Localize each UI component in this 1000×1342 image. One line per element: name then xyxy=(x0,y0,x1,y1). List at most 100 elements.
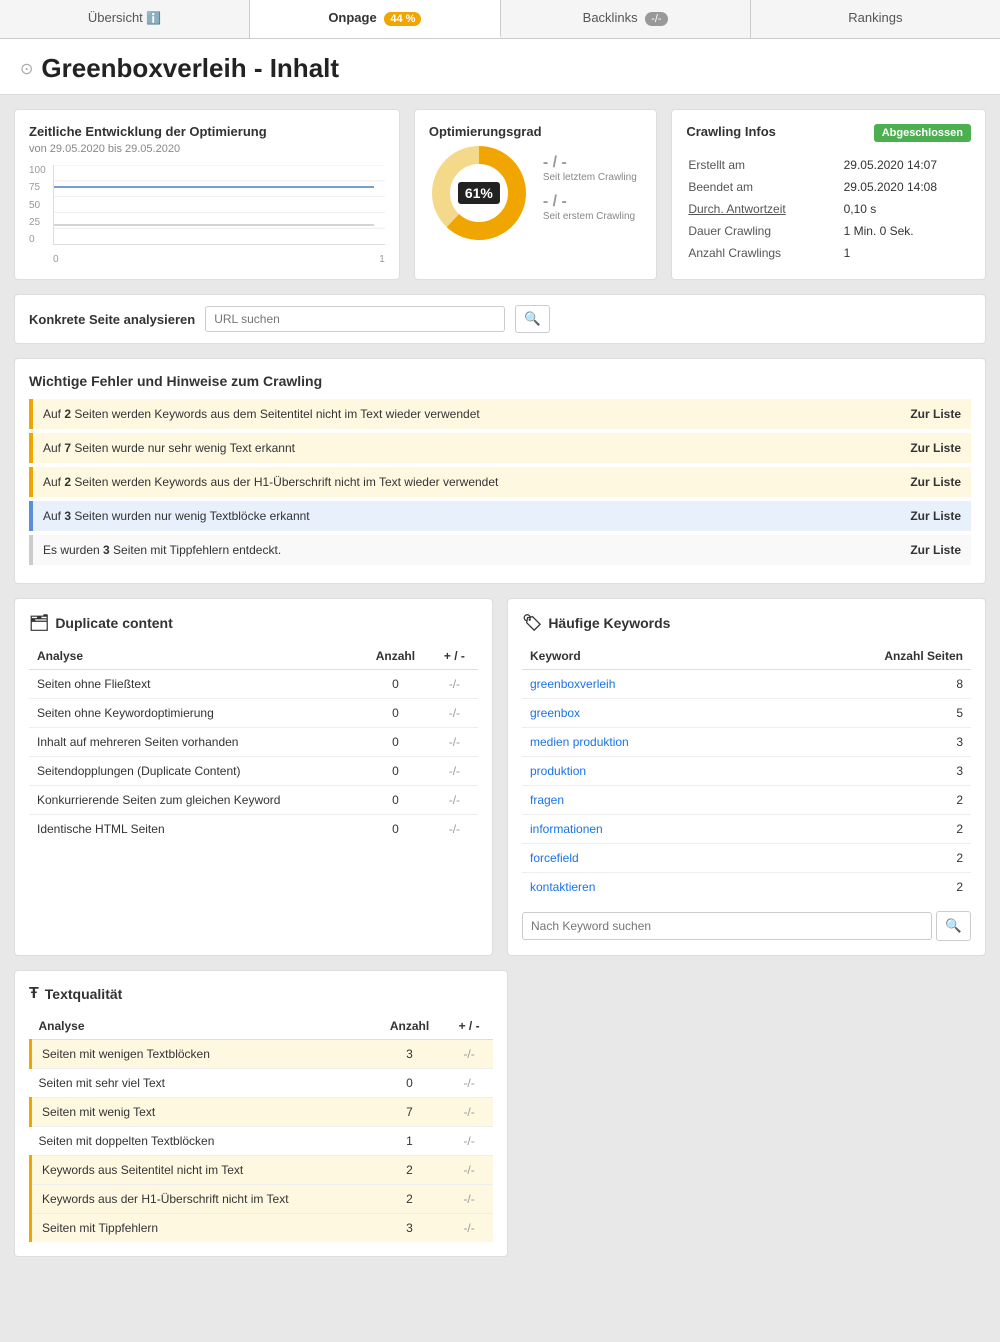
tq-delta-0: -/- xyxy=(445,1040,493,1069)
keyword-search-area: 🔍 xyxy=(522,911,971,941)
textquality-row: Keywords aus Seitentitel nicht im Text 2… xyxy=(31,1156,494,1185)
tab-bar: Übersicht ℹ️ Onpage 44 % Backlinks -/- R… xyxy=(0,0,1000,39)
textquality-row: Seiten mit Tippfehlern 3 -/- xyxy=(31,1214,494,1243)
kw-keyword-0[interactable]: greenboxverleih xyxy=(522,670,768,699)
kw-keyword-7[interactable]: kontaktieren xyxy=(522,873,768,902)
col-keyword-count: Anzahl Seiten xyxy=(768,643,971,670)
dup-delta-3: -/- xyxy=(431,757,478,786)
kw-count-7: 2 xyxy=(768,873,971,902)
donut-container: 61% xyxy=(429,143,529,243)
tab-rankings[interactable]: Rankings xyxy=(751,0,1000,38)
zur-liste-4[interactable]: Zur Liste xyxy=(910,509,961,523)
tab-backlinks[interactable]: Backlinks -/- xyxy=(501,0,751,38)
kw-count-6: 2 xyxy=(768,844,971,873)
tq-anzahl-5: 2 xyxy=(374,1185,445,1214)
textquality-table: Analyse Anzahl + / - Seiten mit wenigen … xyxy=(29,1013,493,1242)
empty-space xyxy=(522,970,986,1257)
kw-keyword-2[interactable]: medien produktion xyxy=(522,728,768,757)
tq-analyse-4: Keywords aus Seitentitel nicht im Text xyxy=(31,1156,374,1185)
duplicate-card: 🗂 Duplicate content Analyse Anzahl + / -… xyxy=(14,598,493,956)
error-row-4: Auf 3 Seiten wurden nur wenig Textblöcke… xyxy=(29,501,971,531)
duplicate-row: Konkurrierende Seiten zum gleichen Keywo… xyxy=(29,786,478,815)
error-text-5: Es wurden 3 Seiten mit Tippfehlern entde… xyxy=(43,543,900,557)
duplicate-title: 🗂 Duplicate content xyxy=(29,613,478,633)
keyword-row: greenboxverleih 8 xyxy=(522,670,971,699)
kw-count-0: 8 xyxy=(768,670,971,699)
kw-count-3: 3 xyxy=(768,757,971,786)
page-icon: ⊙ xyxy=(20,59,33,79)
zur-liste-2[interactable]: Zur Liste xyxy=(910,441,961,455)
url-search-input[interactable] xyxy=(205,306,505,332)
tq-anzahl-3: 1 xyxy=(374,1127,445,1156)
textquality-card: Ŧ Textqualität Analyse Anzahl + / - Seit… xyxy=(14,970,508,1257)
dup-delta-0: -/- xyxy=(431,670,478,699)
crawling-label-anzahl: Anzahl Crawlings xyxy=(688,243,841,263)
kw-count-2: 3 xyxy=(768,728,971,757)
chart-area xyxy=(53,165,385,245)
kw-count-1: 5 xyxy=(768,699,971,728)
keyword-row: kontaktieren 2 xyxy=(522,873,971,902)
crawling-label-beendet: Beendet am xyxy=(688,177,841,197)
crawling-value-beendet: 29.05.2020 14:08 xyxy=(844,177,969,197)
col-delta: + / - xyxy=(431,643,478,670)
dup-analyse-4: Konkurrierende Seiten zum gleichen Keywo… xyxy=(29,786,360,815)
kw-count-5: 2 xyxy=(768,815,971,844)
col-analyse: Analyse xyxy=(29,643,360,670)
crawling-value-dauer: 1 Min. 0 Sek. xyxy=(844,221,969,241)
error-text-1: Auf 2 Seiten werden Keywords aus dem Sei… xyxy=(43,407,900,421)
textquality-row: Seiten mit wenig Text 7 -/- xyxy=(31,1098,494,1127)
main-content: Zeitliche Entwicklung der Optimierung vo… xyxy=(0,95,1000,1285)
url-search-label: Konkrete Seite analysieren xyxy=(29,312,195,327)
keywords-title: 🏷 Häufige Keywords xyxy=(522,613,971,633)
keyword-row: medien produktion 3 xyxy=(522,728,971,757)
tab-backlinks-label: Backlinks xyxy=(583,10,638,25)
keywords-header: Keyword Anzahl Seiten xyxy=(522,643,971,670)
crawling-header: Crawling Infos Abgeschlossen xyxy=(686,124,971,143)
zur-liste-1[interactable]: Zur Liste xyxy=(910,407,961,421)
tab-onpage[interactable]: Onpage 44 % xyxy=(250,0,500,38)
tq-delta-1: -/- xyxy=(445,1069,493,1098)
donut-stats: - / - Seit letztem Crawling - / - Seit e… xyxy=(543,154,643,232)
keywords-table: Keyword Anzahl Seiten greenboxverleih 8 … xyxy=(522,643,971,901)
tq-delta-3: -/- xyxy=(445,1127,493,1156)
error-text-2: Auf 7 Seiten wurde nur sehr wenig Text e… xyxy=(43,441,900,455)
keyword-search-input[interactable] xyxy=(522,912,932,940)
stat1-value: - / - xyxy=(543,154,643,172)
zur-liste-5[interactable]: Zur Liste xyxy=(910,543,961,557)
errors-card: Wichtige Fehler und Hinweise zum Crawlin… xyxy=(14,358,986,584)
tq-analyse-6: Seiten mit Tippfehlern xyxy=(31,1214,374,1243)
kw-keyword-1[interactable]: greenbox xyxy=(522,699,768,728)
dup-analyse-0: Seiten ohne Fließtext xyxy=(29,670,360,699)
errors-title: Wichtige Fehler und Hinweise zum Crawlin… xyxy=(29,373,971,389)
optimization-title: Optimierungsgrad xyxy=(429,124,643,139)
keyword-row: produktion 3 xyxy=(522,757,971,786)
kw-keyword-4[interactable]: fragen xyxy=(522,786,768,815)
dup-delta-2: -/- xyxy=(431,728,478,757)
tq-analyse-2: Seiten mit wenig Text xyxy=(31,1098,374,1127)
tq-delta-2: -/- xyxy=(445,1098,493,1127)
textquality-row: Seiten mit sehr viel Text 0 -/- xyxy=(31,1069,494,1098)
chart-card: Zeitliche Entwicklung der Optimierung vo… xyxy=(14,109,400,280)
crawling-value-anzahl: 1 xyxy=(844,243,969,263)
error-row-3: Auf 2 Seiten werden Keywords aus der H1-… xyxy=(29,467,971,497)
stat2-value: - / - xyxy=(543,193,643,211)
tab-uebersicht-label: Übersicht xyxy=(88,10,143,25)
stat2-label: Seit erstem Crawling xyxy=(543,211,643,222)
zur-liste-3[interactable]: Zur Liste xyxy=(910,475,961,489)
tq-analyse-3: Seiten mit doppelten Textblöcken xyxy=(31,1127,374,1156)
tab-rankings-label: Rankings xyxy=(848,10,902,25)
tab-uebersicht[interactable]: Übersicht ℹ️ xyxy=(0,0,250,38)
keyword-search-button[interactable]: 🔍 xyxy=(936,911,971,941)
crawling-card: Crawling Infos Abgeschlossen Erstellt am… xyxy=(671,109,986,280)
tq-anzahl-0: 3 xyxy=(374,1040,445,1069)
page-title: Greenboxverleih - Inhalt xyxy=(41,53,339,84)
kw-keyword-6[interactable]: forcefield xyxy=(522,844,768,873)
keyword-row: greenbox 5 xyxy=(522,699,971,728)
kw-keyword-3[interactable]: produktion xyxy=(522,757,768,786)
error-row-2: Auf 7 Seiten wurde nur sehr wenig Text e… xyxy=(29,433,971,463)
tq-col-anzahl: Anzahl xyxy=(374,1013,445,1040)
url-search-button[interactable]: 🔍 xyxy=(515,305,550,333)
textquality-row: Ŧ Textqualität Analyse Anzahl + / - Seit… xyxy=(14,970,986,1257)
kw-keyword-5[interactable]: informationen xyxy=(522,815,768,844)
crawling-value-erstellt: 29.05.2020 14:07 xyxy=(844,155,969,175)
